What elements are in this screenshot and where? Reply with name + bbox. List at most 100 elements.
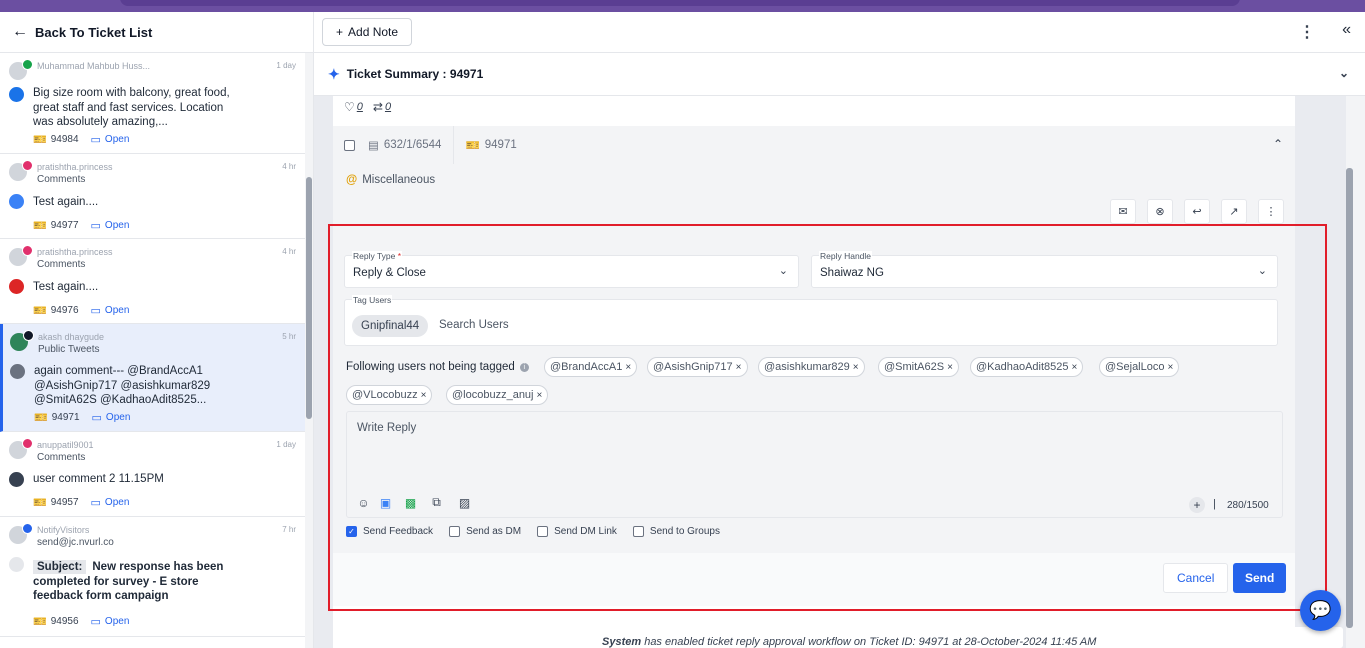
- reply-handle-select[interactable]: Reply Handle Shaiwaz NG ⌄: [811, 251, 1278, 288]
- ticket-item[interactable]: NotifyVisitors send@jc.nvurl.co 7 hr Sub…: [0, 517, 305, 637]
- ticket-summary-bar[interactable]: ✦ Ticket Summary : 94971 ⌄: [314, 53, 1365, 96]
- system-actor: System: [602, 636, 642, 648]
- sticker-icon[interactable]: ▩: [403, 495, 418, 510]
- ticket-id: 94956: [50, 616, 79, 627]
- close-icon: ×: [1167, 361, 1174, 373]
- category-row: @ Miscellaneous: [333, 164, 1295, 196]
- add-icon[interactable]: +: [1189, 497, 1205, 513]
- info-icon[interactable]: i: [519, 362, 529, 372]
- not-tagged-chip[interactable]: @BrandAccA1 ×: [544, 357, 638, 377]
- search-users-input[interactable]: Search Users: [439, 319, 509, 331]
- not-tagged-chip[interactable]: @SejalLoco ×: [1099, 357, 1180, 377]
- not-tagged-chip[interactable]: @SmitA62S ×: [878, 357, 959, 377]
- send-to-groups-checkbox[interactable]: Send to Groups: [632, 526, 720, 537]
- send-as-dm-checkbox[interactable]: Send as DM: [449, 526, 521, 537]
- ticket-time: 4 hr: [282, 162, 296, 171]
- send-options: ✓ Send Feedback Send as DM Send DM Link S…: [346, 526, 736, 537]
- chevron-down-icon: ⌄: [1257, 265, 1267, 277]
- add-note-button[interactable]: + Add Note: [322, 18, 413, 46]
- send-feedback-checkbox[interactable]: ✓ Send Feedback: [346, 526, 433, 537]
- ticket-message: Subject: New response has been completed …: [33, 560, 238, 604]
- media-gallery-icon[interactable]: ▣: [378, 495, 393, 510]
- ticket-status[interactable]: Open: [105, 134, 129, 145]
- ticket-time: 7 hr: [282, 525, 296, 534]
- ticket-status[interactable]: Open: [105, 497, 129, 508]
- plus-icon: +: [336, 25, 344, 39]
- ticket-channel: Public Tweets: [38, 344, 100, 355]
- close-icon: ×: [420, 389, 427, 401]
- not-tagged-chip[interactable]: @locobuzz_anuj ×: [446, 385, 549, 405]
- send-button[interactable]: Send: [1233, 563, 1287, 593]
- emoji-icon[interactable]: ☺: [356, 495, 371, 510]
- not-tagged-chip[interactable]: @KadhaoAdit8525 ×: [970, 357, 1084, 377]
- select-checkbox[interactable]: [344, 139, 355, 151]
- image-icon[interactable]: ▨: [457, 495, 472, 510]
- chevron-up-icon[interactable]: ⌃: [1273, 137, 1283, 151]
- like-count: 0: [356, 101, 363, 113]
- not-tagged-chip[interactable]: @VLocobuzz ×: [346, 385, 433, 405]
- tagged-user-chip[interactable]: Gnipfinal44: [352, 315, 429, 337]
- close-icon: ×: [947, 361, 953, 373]
- reply-type-select[interactable]: Reply Type * Reply & Close ⌄: [344, 251, 799, 288]
- ticket-icon: 🎫: [34, 412, 48, 424]
- ticket-meta: 🎫 94957 ▭ Open: [33, 496, 129, 509]
- ticket-message: Test again....: [33, 196, 99, 208]
- folder-icon: ▭: [90, 305, 101, 317]
- ticket-status[interactable]: Open: [105, 305, 129, 316]
- close-icon: ×: [852, 361, 859, 373]
- top-app-bar: [0, 0, 1365, 12]
- like-reaction[interactable]: ♡ 0: [344, 100, 363, 114]
- checkbox-checked-icon: ✓: [346, 526, 357, 537]
- ticket-meta: 🎫 94971 ▭ Open: [34, 411, 130, 424]
- ticket-id: 94976: [50, 305, 79, 316]
- ticket-time: 1 day: [276, 440, 296, 449]
- close-ticket-icon[interactable]: ⊗: [1147, 199, 1173, 224]
- back-to-ticket-list-button[interactable]: ← Back To Ticket List: [0, 12, 313, 53]
- more-options-icon[interactable]: ⋮: [1299, 22, 1315, 42]
- collapse-panel-icon[interactable]: «: [1342, 21, 1351, 39]
- reply-icon[interactable]: ↩: [1184, 199, 1210, 224]
- subject-label: Subject:: [33, 560, 87, 574]
- instagram-icon: [22, 438, 33, 449]
- back-label: Back To Ticket List: [35, 24, 153, 40]
- detail-scroll-thumb[interactable]: [1346, 168, 1353, 628]
- ticket-item[interactable]: pratishtha.princess Comments 4 hr Test a…: [0, 154, 305, 239]
- ticket-icon: 🎫: [33, 497, 47, 509]
- cancel-button[interactable]: Cancel: [1163, 563, 1229, 593]
- reply-handle-value: Shaiwaz NG: [820, 267, 884, 279]
- mail-icon[interactable]: ✉: [1110, 199, 1136, 224]
- canned-response-icon[interactable]: ⧉: [429, 495, 444, 510]
- system-message: System has enabled ticket reply approval…: [593, 627, 1343, 648]
- char-count: 280/1500: [1227, 500, 1269, 511]
- ticket-message: again comment--- @BrandAccA1 @AsishGnip7…: [34, 365, 211, 406]
- category-label[interactable]: Miscellaneous: [362, 174, 435, 186]
- chat-support-icon[interactable]: 💬: [1300, 590, 1341, 631]
- not-tagged-chip[interactable]: @asishkumar829 ×: [758, 357, 865, 377]
- ticket-status[interactable]: Open: [105, 616, 129, 627]
- folder-icon: ▭: [90, 497, 101, 509]
- email-icon: [22, 523, 33, 534]
- open-external-icon[interactable]: ↗: [1221, 199, 1247, 224]
- ticket-item-selected[interactable]: akash dhaygude Public Tweets 5 hr again …: [0, 324, 305, 432]
- retweet-reaction[interactable]: ⇄ 0: [373, 100, 391, 114]
- ticket-item[interactable]: anuppatil9001 Comments 1 day user commen…: [0, 432, 305, 517]
- ticket-list-scroll-thumb[interactable]: [306, 177, 312, 419]
- ticket-message: Big size room with balcony, great food, …: [33, 87, 230, 128]
- ticket-user: pratishtha.princess: [37, 247, 113, 257]
- folder-icon: ▭: [90, 220, 101, 232]
- ticket-time: 4 hr: [282, 247, 296, 256]
- more-icon[interactable]: ⋮: [1258, 199, 1284, 224]
- tag-users-field[interactable]: Tag Users Gnipfinal44 Search Users: [344, 295, 1278, 346]
- ticket-status[interactable]: Open: [106, 412, 130, 423]
- top-app-bar-pill: [120, 0, 1240, 6]
- send-dm-link-checkbox[interactable]: Send DM Link: [537, 526, 617, 537]
- reply-editor[interactable]: Write Reply ☺ ▣ ▩ ⧉ ▨ + | 280/1500: [346, 411, 1283, 518]
- ticket-user: Muhammad Mahbub Huss...: [37, 61, 151, 71]
- chevron-down-icon[interactable]: ⌄: [1339, 66, 1349, 80]
- ticket-item[interactable]: pratishtha.princess Comments 4 hr Test a…: [0, 239, 305, 324]
- ticket-status[interactable]: Open: [105, 220, 129, 231]
- not-tagged-chip[interactable]: @AsishGnip717 ×: [647, 357, 748, 377]
- checkbox-icon: [537, 526, 549, 537]
- ticket-item[interactable]: Muhammad Mahbub Huss... 1 day Big size r…: [0, 53, 305, 154]
- folder-icon: ▭: [90, 134, 101, 146]
